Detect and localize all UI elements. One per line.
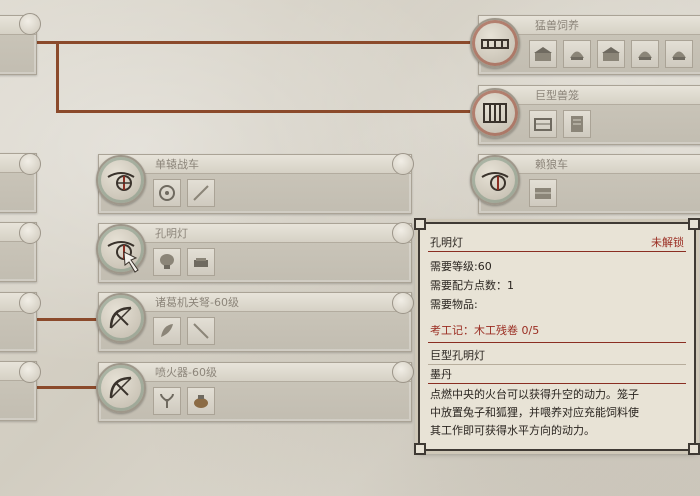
fence-icon xyxy=(481,39,509,49)
tooltip-description-line: 点燃中央的火台可以获得升空的动力。笼子 xyxy=(430,388,639,401)
tooltip-corner xyxy=(414,218,426,230)
chariot-icon xyxy=(481,172,509,191)
bow-icon xyxy=(109,376,132,399)
recipe-slot-helmet[interactable] xyxy=(563,40,591,68)
recipe-slot-feather[interactable] xyxy=(153,317,181,345)
connector-line xyxy=(56,41,59,113)
node-icon-cart[interactable] xyxy=(470,155,520,205)
connector-line xyxy=(36,41,476,44)
tooltip-points-req: 需要配方点数：1 xyxy=(430,279,514,292)
connector-line xyxy=(36,318,98,321)
node-title: 巨型兽笼 xyxy=(535,89,579,102)
tooltip-level-req: 需要等级:60 xyxy=(430,260,492,273)
recipe-slot-pot[interactable] xyxy=(187,387,215,415)
connector-line xyxy=(56,110,476,113)
connector-line xyxy=(36,386,98,389)
recipe-slot-helmet[interactable] xyxy=(631,40,659,68)
recipe-slot-lantern[interactable] xyxy=(153,248,181,276)
cage-icon xyxy=(483,103,507,123)
tooltip-unlock-item: 巨型孔明灯 xyxy=(430,349,485,362)
recipe-slot-stick[interactable] xyxy=(187,179,215,207)
tooltip-divider xyxy=(428,383,686,384)
tooltip-corner xyxy=(688,218,700,230)
node-connector-knob xyxy=(392,292,414,314)
ink-icon xyxy=(194,258,208,267)
tooltip-corner xyxy=(414,443,426,455)
node-connector-knob xyxy=(19,361,41,383)
herb-icon xyxy=(160,393,174,408)
scroll-icon xyxy=(571,116,583,132)
stick-icon xyxy=(193,185,209,201)
recipe-slot-ink[interactable] xyxy=(187,248,215,276)
node-icon-chariot[interactable] xyxy=(96,155,146,205)
tooltip-status: 未解锁 xyxy=(651,236,684,249)
node-title: 喷火器-60级 xyxy=(155,366,217,379)
tooltip-description-line: 中放置兔子和狐狸，并喂养对应充能饲料使 xyxy=(430,406,639,419)
recipe-slot-crate[interactable] xyxy=(529,179,557,207)
chariot-icon xyxy=(107,172,135,191)
recipe-slot-building[interactable] xyxy=(529,40,557,68)
node-icon-fence[interactable] xyxy=(470,18,520,68)
crate-icon xyxy=(534,118,552,131)
node-title: 赖狼车 xyxy=(535,158,568,171)
recipe-slot-wheel[interactable] xyxy=(153,179,181,207)
node-connector-knob xyxy=(19,292,41,314)
node-connector-knob xyxy=(19,153,41,175)
node-title: 诸葛机关弩-60级 xyxy=(155,296,239,309)
helmet-icon xyxy=(570,51,584,60)
feather-icon xyxy=(161,324,173,337)
recipe-slot-stick[interactable] xyxy=(187,317,215,345)
node-title: 猛兽饲养 xyxy=(535,19,579,32)
node-connector-knob xyxy=(392,361,414,383)
node-connector-knob xyxy=(392,222,414,244)
tooltip-book-req: 考工记：木工残卷 0/5 xyxy=(430,324,540,337)
building-icon xyxy=(602,47,620,61)
node-connector-knob xyxy=(19,222,41,244)
building-icon xyxy=(534,47,552,61)
recipe-tooltip: 孔明灯 未解锁 需要等级:60 需要配方点数：1 需要物品: 考工记：木工残卷 … xyxy=(414,218,700,455)
helmet-icon xyxy=(672,51,686,60)
lantern-icon xyxy=(160,254,174,269)
tooltip-unlock-item: 墨丹 xyxy=(430,368,452,381)
recipe-slot-building[interactable] xyxy=(597,40,625,68)
hammer-cursor-icon xyxy=(123,251,139,273)
node-title: 单辕战车 xyxy=(155,158,199,171)
tooltip-divider xyxy=(428,251,686,252)
pot-icon xyxy=(194,395,208,408)
node-icon-fire-thrower[interactable] xyxy=(96,363,146,413)
bow-icon xyxy=(109,306,132,329)
node-title: 孔明灯 xyxy=(155,227,188,240)
node-icon-cage[interactable] xyxy=(470,88,520,138)
tooltip-item-name: 孔明灯 xyxy=(430,236,463,249)
recipe-slot-scroll[interactable] xyxy=(563,110,591,138)
recipe-slot-crate[interactable] xyxy=(529,110,557,138)
node-connector-knob xyxy=(19,13,41,35)
recipe-slot-herb[interactable] xyxy=(153,387,181,415)
node-connector-knob xyxy=(392,153,414,175)
recipe-slot-helmet[interactable] xyxy=(665,40,693,68)
crate-icon xyxy=(535,188,551,199)
tooltip-divider xyxy=(428,342,686,343)
helmet-icon xyxy=(638,51,652,60)
stick-icon xyxy=(193,323,209,339)
tooltip-items-req: 需要物品: xyxy=(430,298,478,311)
tooltip-description-line: 其工作即可获得水平方向的动力。 xyxy=(430,424,595,437)
wheel-icon xyxy=(159,185,175,201)
tooltip-divider xyxy=(428,364,686,365)
node-icon-crossbow[interactable] xyxy=(96,293,146,343)
tooltip-corner xyxy=(688,443,700,455)
